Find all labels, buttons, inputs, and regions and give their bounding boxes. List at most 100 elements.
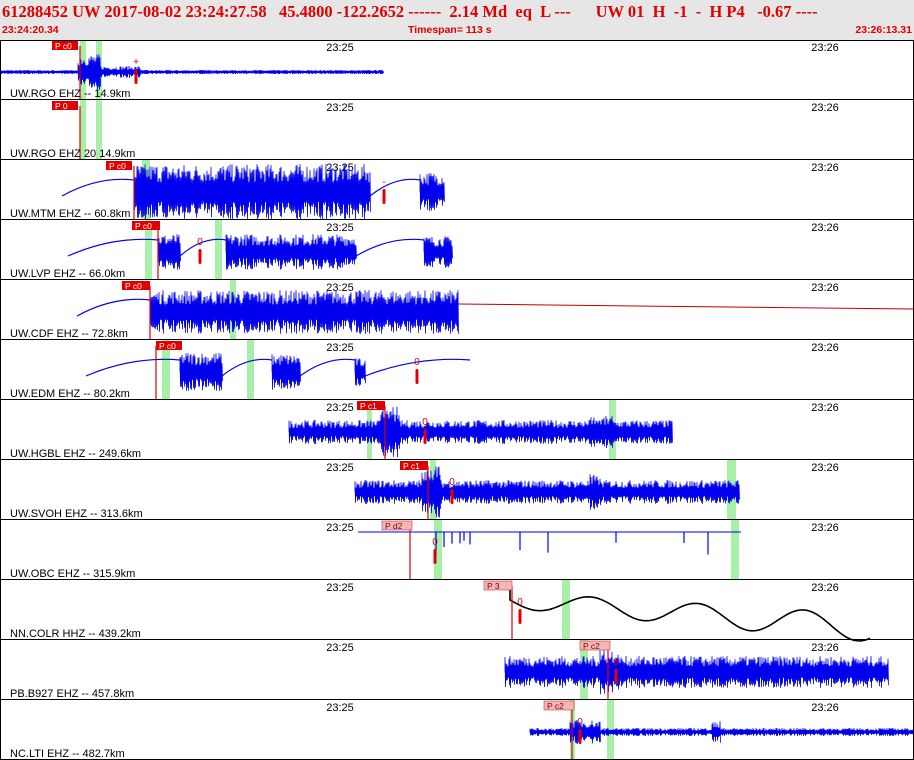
amplitude-mark-label: 0 [197,237,203,248]
amplitude-marker [134,69,138,84]
station-panel[interactable]: 23:25 23:26 P c0 + UW.RGO EHZ -- 14.9km [0,40,914,100]
amplitude-marker [578,729,582,744]
waveform-trace [711,721,721,743]
pick-label: P c0 [135,221,152,231]
time-tick-label: 23:26 [811,342,839,354]
time-tick-label: 23:26 [811,222,839,234]
pick-label: P c1 [360,401,377,411]
waveform-trace [354,358,366,386]
time-tick-label: 23:25 [326,522,354,534]
amplitude-mark-label: + [133,57,139,68]
waveform-trace [77,54,101,90]
station-label: PB.B927 EHZ -- 457.8km [10,688,134,700]
amplitude-mark-label: 0 [613,657,619,668]
waveform-trace [355,238,425,257]
station-panel[interactable]: 23:25 23:26 P c1 0 UW.SVOH EHZ -- 313.6km [0,460,914,520]
phase-window-highlight [247,340,254,400]
waveform-trace [179,352,223,392]
station-label: UW.LVP EHZ -- 66.0km [10,268,125,280]
event-summary-title: 61288452 UW 2017-08-02 23:24:27.58 45.48… [2,2,818,21]
station-label: UW.EDM EHZ -- 80.2km [10,388,130,400]
time-tick-label: 23:25 [326,222,354,234]
station-label: UW.CDF EHZ -- 72.8km [10,328,128,340]
timespan-label: Timespan= 113 s [408,24,492,36]
waveform-trace [421,466,441,518]
waveform-trace [369,178,421,197]
waveform-trace [76,298,151,317]
station-panel[interactable]: 23:25 23:26 P c0 0 UW.LVP EHZ -- 66.0km [0,220,914,280]
pick-label: P c0 [55,41,72,51]
station-label: UW.MTM EHZ -- 60.8km [10,208,130,220]
time-tick-label: 23:26 [811,642,839,654]
station-panel[interactable]: 23:25 23:26 P d2 0 UW.OBC EHZ -- 315.9km [0,520,914,580]
phase-window-highlight [215,220,222,280]
station-label: NC.LTI EHZ -- 482.7km [10,748,125,760]
station-label: UW.OBC EHZ -- 315.9km [10,568,135,580]
amplitude-mark-label: 0 [432,537,438,548]
amplitude-mark-label: 0 [577,717,583,728]
waveform-trace [354,480,740,504]
time-tick-label: 23:26 [811,282,839,294]
station-panel[interactable]: 23:25 23:26 P c2 0 PB.B927 EHZ -- 457.8km [0,640,914,700]
time-tick-label: 23:25 [326,462,354,474]
amplitude-marker [450,489,454,504]
pick-label: P c0 [125,281,142,291]
amplitude-mark-label: 0 [422,417,428,428]
amplitude-marker [433,549,437,564]
time-tick-label: 23:25 [326,102,354,114]
waveform-trace [504,655,889,689]
station-label: UW.RGO EHZ 20 14.9km [10,148,135,160]
waveform-trace [133,163,371,221]
waveform-trace [589,474,603,510]
station-panel[interactable]: 23:25 23:26 P c1 0 UW.HGBL EHZ -- 249.6km [0,400,914,460]
time-tick-label: 23:25 [326,582,354,594]
waveform-trace [157,234,181,270]
time-tick-label: 23:26 [811,522,839,534]
waveform-trace [419,173,445,211]
waveform-trace [379,406,401,458]
time-tick-label: 23:26 [811,162,839,174]
station-label: UW.RGO EHZ -- 14.9km [10,88,130,100]
pick-label: P c2 [583,641,600,651]
time-tick-label: 23:26 [811,102,839,114]
waveform-panels[interactable]: 23:25 23:26P c0+UW.RGO EHZ -- 14.9km23:25… [0,40,914,760]
amplitude-marker [382,189,386,204]
pick-label: P c1 [403,461,420,471]
time-tick-label: 23:25 [326,342,354,354]
station-panel[interactable]: 23:25 23:26 P c0 UW.CDF EHZ -- 72.8km [0,280,914,340]
window-start-time: 23:24:20.34 [2,24,59,36]
station-panel[interactable]: 23:25 23:26 P 0 UW.RGO EHZ 20 14.9km [0,100,914,160]
time-tick-label: 23:25 [326,282,354,294]
station-label: NN.COLR HHZ -- 439.2km [10,628,141,640]
time-tick-label: 23:25 [326,402,354,414]
waveform-trace [61,178,135,197]
station-panel[interactable]: 23:25 23:26 P 3 0 NN.COLR HHZ -- 439.2km [0,580,914,642]
amplitude-mark-label: 0 [414,357,420,368]
phase-window-highlight [562,580,570,640]
station-panel[interactable]: 23:25 23:26 P c0 0 UW.EDM EHZ -- 80.2km [0,340,914,400]
waveform-trace [271,354,301,390]
amplitude-marker [423,429,427,444]
time-tick-label: 23:26 [811,42,839,54]
pick-label: P d2 [385,521,403,531]
time-tick-label: 23:25 [326,642,354,654]
station-panel[interactable]: 23:25 23:26 P c2 0 NC.LTI EHZ -- 482.7km [0,700,914,760]
pick-label: P c0 [159,341,176,351]
amplitude-marker [198,249,202,264]
amplitude-marker [415,369,419,384]
time-tick-label: 23:26 [811,702,839,714]
amplitude-mark-label: 0 [517,597,523,608]
waveform-trace [0,69,384,75]
pick-label: P 0 [55,101,68,111]
amplitude-mark-label: - [382,177,385,188]
amplitude-mark-label: 0 [449,477,455,488]
time-tick-label: 23:26 [811,402,839,414]
waveform-trace [67,238,159,257]
event-header: 61288452 UW 2017-08-02 23:24:27.58 45.48… [0,0,914,40]
waveform-trace [299,358,356,377]
amplitude-marker [614,669,618,684]
station-panel[interactable]: 23:25 23:26P c0-UW.MTM EHZ -- 60.8km [0,160,914,221]
pick-label: P c0 [109,161,126,171]
waveform-trace-tail [457,303,914,310]
pick-label: P c2 [547,701,564,711]
